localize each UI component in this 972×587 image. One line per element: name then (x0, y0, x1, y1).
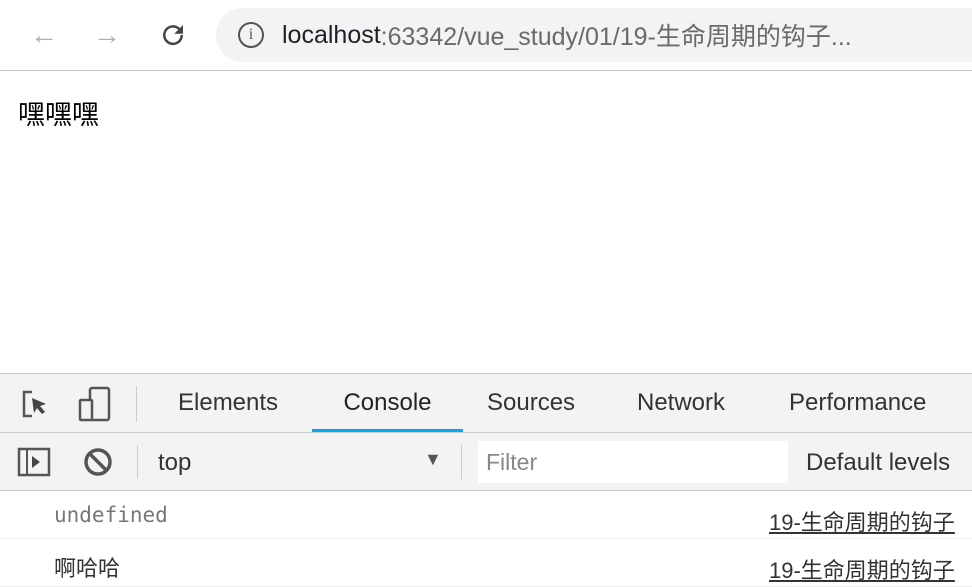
address-bar[interactable]: i localhost:63342/vue_study/01/19-生命周期的钩… (216, 8, 972, 62)
page-text: 嘿嘿嘿 (18, 100, 99, 130)
url-host: localhost (282, 20, 381, 49)
tab-elements[interactable]: Elements (178, 374, 278, 432)
tab-network[interactable]: Network (637, 374, 725, 432)
device-toolbar-icon[interactable] (78, 386, 112, 422)
dropdown-arrow-icon[interactable]: ▼ (424, 449, 442, 470)
tab-performance[interactable]: Performance (789, 374, 926, 432)
inspect-element-icon[interactable] (20, 388, 52, 420)
url-path: :63342/vue_study/01/19-生命周期的钩子... (380, 23, 852, 51)
source-link[interactable]: 19-生命周期的钩子 (769, 505, 972, 537)
back-button[interactable]: ← (27, 18, 61, 52)
message-text: 啊哈哈 (54, 556, 121, 581)
console-message: 啊哈哈 19-生命周期的钩子 (0, 539, 972, 587)
browser-toolbar: ← → i localhost:63342/vue_study/01/19-生命… (0, 0, 972, 71)
devtools-panel: Elements Console Sources Network Perform… (0, 373, 972, 587)
clear-console-icon[interactable] (83, 447, 113, 477)
tab-console[interactable]: Console (312, 374, 463, 432)
console-message: undefined 19-生命周期的钩子 (0, 491, 972, 539)
filter-input[interactable]: Filter (478, 441, 788, 483)
source-link[interactable]: 19-生命周期的钩子 (769, 553, 972, 585)
message-text: undefined (54, 503, 168, 527)
console-toolbar: top ▼ Filter Default levels (0, 433, 972, 491)
forward-button[interactable]: → (90, 18, 124, 52)
devtools-tabbar: Elements Console Sources Network Perform… (0, 374, 972, 433)
reload-icon (163, 25, 184, 46)
tab-sources[interactable]: Sources (487, 374, 575, 432)
log-levels-select[interactable]: Default levels (806, 449, 950, 477)
info-icon: i (238, 22, 264, 48)
sidebar-toggle-icon[interactable] (17, 447, 51, 477)
context-select[interactable]: top (158, 449, 191, 477)
reload-button[interactable] (156, 18, 190, 52)
